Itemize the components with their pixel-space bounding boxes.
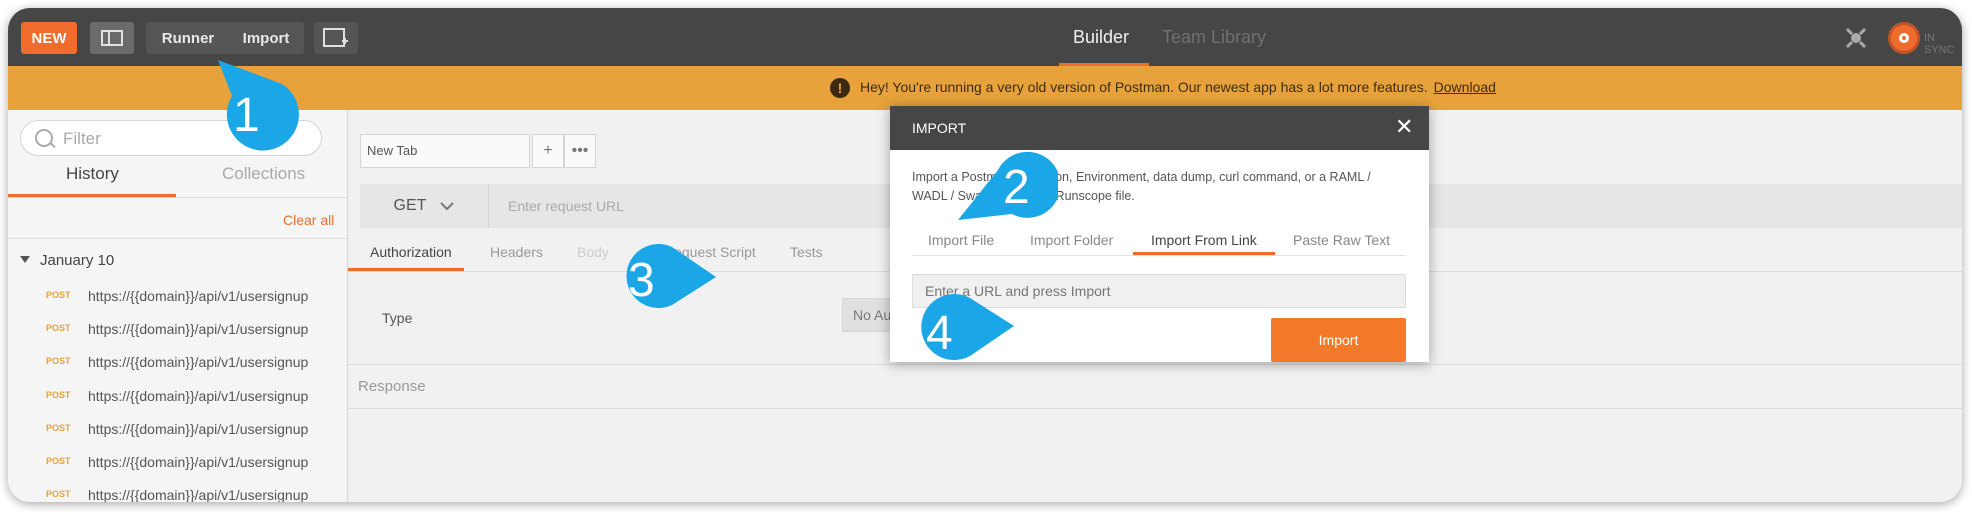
method-badge: POST — [46, 390, 71, 400]
history-url: https://{{domain}}/api/v1/usersignup — [88, 321, 309, 337]
request-tab[interactable]: New Tab — [360, 134, 530, 168]
method-value: GET — [393, 197, 427, 214]
method-select[interactable]: GET — [360, 184, 489, 228]
chevron-down-icon — [440, 202, 455, 210]
history-url: https://{{domain}}/api/v1/usersignup — [88, 454, 309, 470]
tab-paste-raw-text[interactable]: Paste Raw Text — [1293, 232, 1390, 248]
new-window-button[interactable] — [314, 22, 358, 54]
history-group-label: January 10 — [40, 252, 115, 269]
tab-team-library[interactable]: Team Library — [1154, 8, 1274, 66]
callout-3-number: 3 — [628, 254, 655, 307]
dialog-header: IMPORT ✕ — [890, 106, 1429, 150]
callout-1-number: 1 — [233, 89, 260, 142]
request-url-input[interactable]: Enter request URL — [508, 198, 624, 214]
request-tab-label: New Tab — [367, 143, 418, 158]
close-icon[interactable]: ✕ — [1395, 114, 1413, 140]
divider — [8, 197, 347, 198]
tab-builder[interactable]: Builder — [1053, 8, 1149, 66]
top-toolbar: NEW Runner Import Builder Team Library I… — [8, 8, 1962, 66]
search-icon — [35, 129, 53, 147]
interceptor-icon[interactable] — [1844, 26, 1868, 55]
dialog-title: IMPORT — [912, 120, 967, 136]
tab-tests[interactable]: Tests — [790, 244, 823, 260]
method-badge: POST — [46, 489, 71, 499]
tab-history[interactable]: History — [66, 164, 119, 184]
divider — [348, 408, 1962, 409]
list-item[interactable]: POST https://{{domain}}/api/v1/usersignup — [8, 347, 347, 380]
clear-all-link[interactable]: Clear all — [283, 212, 334, 228]
avatar-ring-icon — [1899, 33, 1909, 43]
callout-4-number: 4 — [926, 307, 953, 360]
tab-headers[interactable]: Headers — [490, 244, 543, 260]
method-badge: POST — [46, 323, 71, 333]
tab-import-folder[interactable]: Import Folder — [1030, 232, 1113, 248]
toggle-sidebar-button[interactable] — [90, 22, 134, 54]
tab-authorization[interactable]: Authorization — [370, 244, 452, 260]
tab-import-from-link[interactable]: Import From Link — [1151, 232, 1257, 248]
new-window-icon — [323, 28, 348, 47]
divider — [8, 238, 347, 239]
avatar[interactable] — [1888, 22, 1920, 54]
app-window: NEW Runner Import Builder Team Library I… — [8, 8, 1962, 502]
history-url: https://{{domain}}/api/v1/usersignup — [88, 487, 309, 502]
filter-placeholder: Filter — [63, 129, 101, 148]
callout-2-number: 2 — [1003, 161, 1030, 214]
plus-icon: + — [543, 142, 553, 159]
history-url: https://{{domain}}/api/v1/usersignup — [88, 421, 309, 437]
method-badge: POST — [46, 356, 71, 366]
list-item[interactable]: POST https://{{domain}}/api/v1/usersignup — [8, 414, 347, 447]
callout-3-badge — [626, 244, 716, 308]
sidebar-icon — [101, 30, 123, 46]
sync-status: IN SYNC — [1924, 32, 1955, 56]
tab-import-file[interactable]: Import File — [928, 232, 994, 248]
add-tab-button[interactable]: + — [532, 134, 564, 168]
update-banner: ! Hey! You're running a very old version… — [8, 66, 1962, 110]
response-label: Response — [358, 378, 426, 395]
list-item[interactable]: POST https://{{domain}}/api/v1/usersignup — [8, 281, 347, 314]
method-badge: POST — [46, 423, 71, 433]
divider — [912, 255, 1406, 256]
history-url: https://{{domain}}/api/v1/usersignup — [88, 288, 309, 304]
more-icon: ••• — [571, 142, 589, 159]
callout-4-badge — [921, 294, 1014, 360]
banner-message: Hey! You're running a very old version o… — [860, 79, 1428, 95]
history-url: https://{{domain}}/api/v1/usersignup — [88, 388, 309, 404]
method-badge: POST — [46, 456, 71, 466]
sidebar: Filter History Collections Clear all Jan… — [8, 110, 348, 502]
caret-down-icon — [20, 256, 30, 263]
list-item[interactable]: POST https://{{domain}}/api/v1/usersignup — [8, 480, 347, 502]
auth-type-label: Type — [382, 310, 413, 326]
new-button[interactable]: NEW — [21, 22, 77, 54]
list-item[interactable]: POST https://{{domain}}/api/v1/usersignup — [8, 314, 347, 347]
download-link[interactable]: Download — [1434, 79, 1496, 95]
banner-text: Hey! You're running a very old version o… — [860, 79, 1496, 95]
history-group-header[interactable]: January 10 — [20, 252, 114, 269]
list-item[interactable]: POST https://{{domain}}/api/v1/usersignup — [8, 447, 347, 480]
history-url: https://{{domain}}/api/v1/usersignup — [88, 354, 309, 370]
import-submit-button[interactable]: Import — [1271, 318, 1406, 362]
alert-icon: ! — [830, 78, 850, 98]
method-badge: POST — [46, 290, 71, 300]
list-item[interactable]: POST https://{{domain}}/api/v1/usersignup — [8, 381, 347, 414]
tab-collections[interactable]: Collections — [222, 164, 305, 184]
divider — [348, 364, 1962, 365]
tab-body[interactable]: Body — [577, 244, 609, 260]
tab-options-button[interactable]: ••• — [564, 134, 596, 168]
